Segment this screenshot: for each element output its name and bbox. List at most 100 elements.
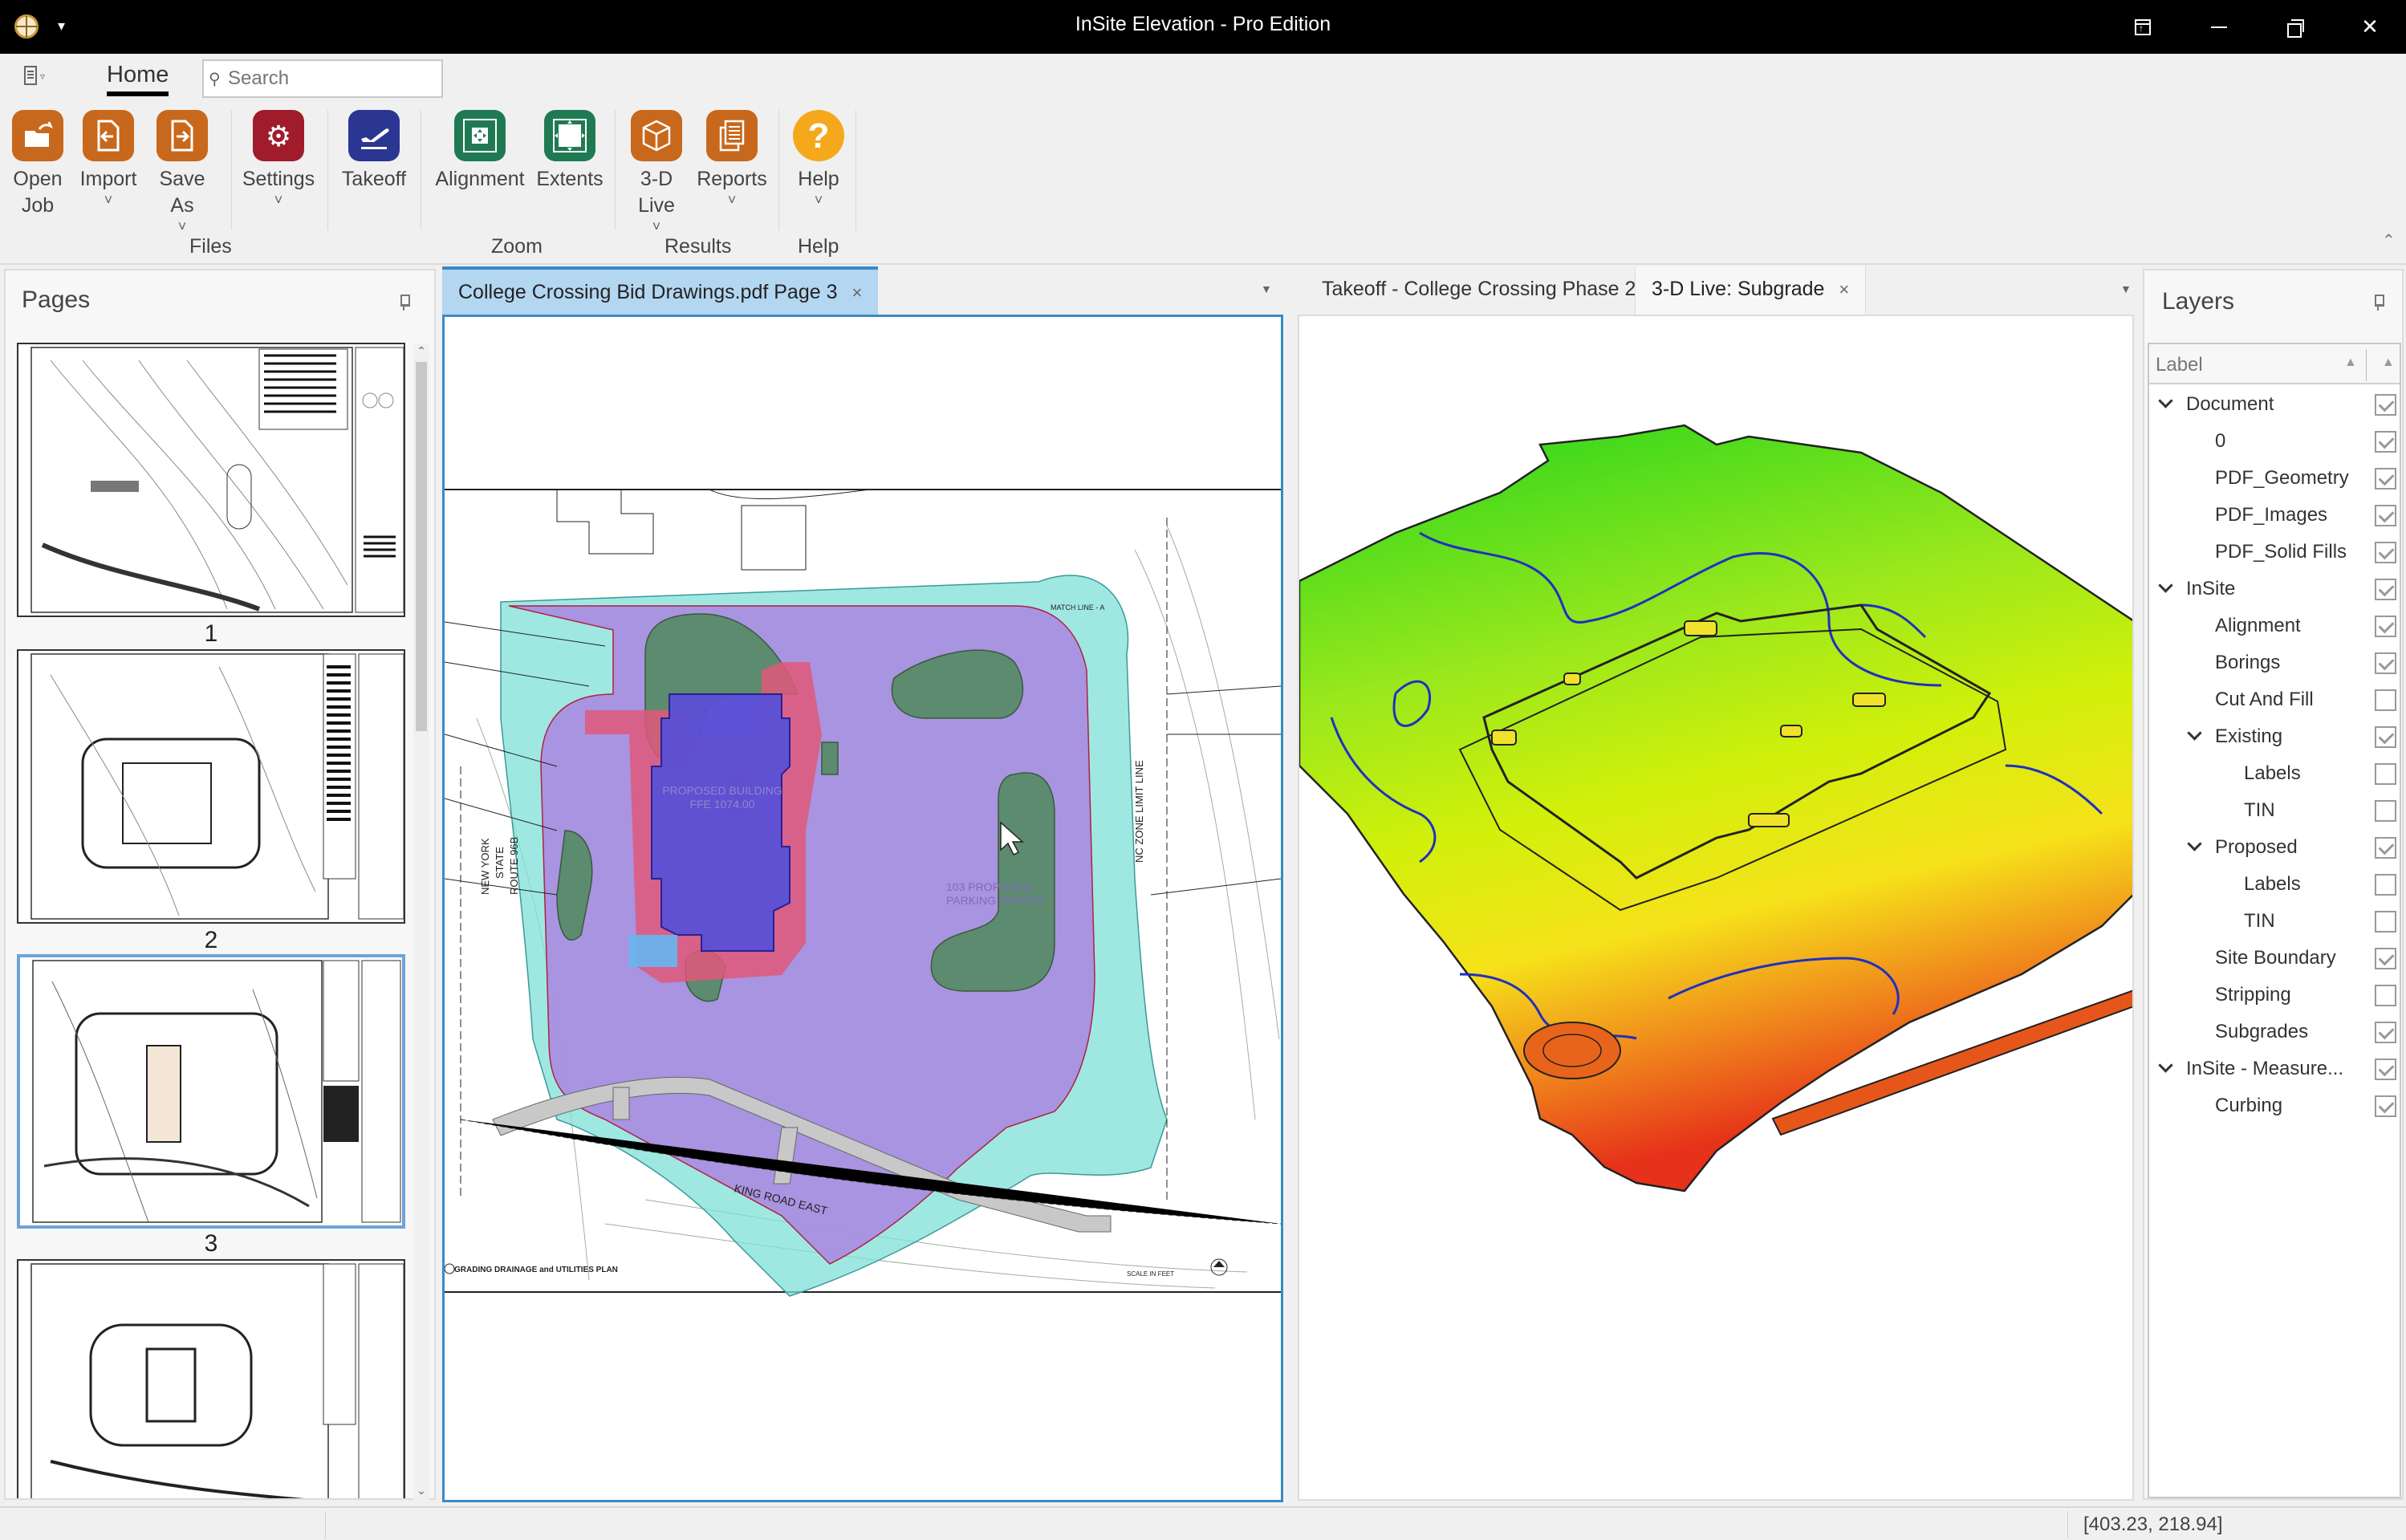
layer-visibility-checkbox[interactable] [2375, 542, 2396, 563]
layer-visibility-checkbox[interactable] [2375, 911, 2396, 933]
pin-pages-panel-button[interactable] [399, 295, 410, 315]
help-dropdown-icon[interactable]: ˅ [786, 193, 851, 207]
tab-3d-live-subgrade[interactable]: 3-D Live: Subgrade × [1635, 266, 1867, 315]
sort-ascending-icon[interactable]: ▲ [2344, 356, 2357, 370]
layer-visibility-checkbox[interactable] [2375, 505, 2396, 526]
open-job-button[interactable]: Open Job [11, 110, 64, 219]
scroll-up-icon[interactable]: ⌃ [413, 344, 429, 360]
layer-row[interactable]: Existing [2149, 720, 2400, 755]
save-as-dropdown-icon[interactable]: ˅ [146, 219, 218, 234]
layer-row[interactable]: Site Boundary [2149, 941, 2400, 977]
3d-surface-canvas[interactable] [1298, 315, 2134, 1501]
help-button[interactable]: ? Help ˅ [786, 110, 851, 207]
layer-row[interactable]: Labels [2149, 868, 2400, 903]
chevron-down-icon[interactable] [2157, 1058, 2173, 1071]
layer-row[interactable]: Borings [2149, 646, 2400, 681]
layer-row[interactable]: Cut And Fill [2149, 683, 2400, 718]
layer-visibility-checkbox[interactable] [2375, 431, 2396, 453]
layer-visibility-checkbox[interactable] [2375, 579, 2396, 600]
pin-layers-panel-button[interactable] [2373, 295, 2384, 315]
page-thumbnail-4[interactable] [17, 1259, 405, 1498]
layer-visibility-checkbox[interactable] [2375, 1022, 2396, 1043]
close-window-button[interactable]: ✕ [2334, 0, 2406, 54]
building-label: PROPOSED BUILDING [662, 784, 782, 797]
layer-row[interactable]: Proposed [2149, 831, 2400, 866]
layer-visibility-checkbox[interactable] [2375, 689, 2396, 711]
layer-visibility-checkbox[interactable] [2375, 837, 2396, 859]
application-menu-button[interactable]: ▿ [24, 66, 56, 90]
layer-visibility-checkbox[interactable] [2375, 394, 2396, 416]
layer-visibility-checkbox[interactable] [2375, 1058, 2396, 1080]
layer-row[interactable]: Labels [2149, 757, 2400, 792]
layer-name: Alignment [2215, 615, 2301, 636]
page-thumbnail-2[interactable] [17, 649, 405, 924]
layer-row[interactable]: InSite [2149, 572, 2400, 607]
label-column-header[interactable]: Label [2156, 354, 2203, 376]
tab-takeoff[interactable]: Takeoff - College Crossing Phase 2 [1306, 266, 1652, 315]
layer-row[interactable]: 0 [2149, 425, 2400, 460]
layer-visibility-checkbox[interactable] [2375, 763, 2396, 785]
layer-visibility-checkbox[interactable] [2375, 1095, 2396, 1117]
layer-row[interactable]: TIN [2149, 794, 2400, 829]
settings-button[interactable]: ⚙ Settings ˅ [238, 110, 319, 207]
takeoff-button[interactable]: Takeoff [335, 110, 413, 193]
open-job-label-2: Job [21, 194, 55, 217]
page-thumbnail-3[interactable] [17, 954, 405, 1229]
layer-visibility-checkbox[interactable] [2375, 468, 2396, 490]
tab-list-dropdown-icon[interactable]: ▼ [1261, 282, 1272, 295]
3d-live-dropdown-icon[interactable]: ˅ [626, 219, 687, 234]
layer-row[interactable]: PDF_Solid Fills [2149, 535, 2400, 571]
scroll-down-icon[interactable]: ⌄ [413, 1484, 429, 1500]
layer-row[interactable]: Curbing [2149, 1089, 2400, 1124]
import-button[interactable]: Import ˅ [76, 110, 140, 207]
layer-row[interactable]: Alignment [2149, 609, 2400, 644]
layers-column-header[interactable]: Label ▲ ▲ [2149, 344, 2400, 384]
column-separator[interactable] [2366, 349, 2367, 381]
layer-visibility-checkbox[interactable] [2375, 726, 2396, 748]
tab-pdf-page-3[interactable]: College Crossing Bid Drawings.pdf Page 3… [442, 266, 879, 315]
reports-dropdown-icon[interactable]: ˅ [693, 193, 770, 207]
extents-label: Extents [536, 168, 604, 190]
layer-row[interactable]: TIN [2149, 904, 2400, 940]
scrollbar-thumb[interactable] [416, 362, 427, 731]
restore-button[interactable] [2259, 0, 2331, 54]
layer-row[interactable]: Subgrades [2149, 1015, 2400, 1050]
search-box[interactable]: ⚲ [202, 59, 443, 98]
layer-visibility-checkbox[interactable] [2375, 948, 2396, 969]
settings-dropdown-icon[interactable]: ˅ [238, 193, 319, 207]
chevron-down-icon[interactable] [2186, 726, 2202, 738]
layer-visibility-checkbox[interactable] [2375, 800, 2396, 822]
minimize-button[interactable] [2183, 0, 2255, 54]
pages-scrollbar[interactable]: ⌃ ⌄ [413, 344, 429, 1500]
close-tab-icon[interactable]: × [851, 282, 862, 303]
route-label-2: STATE [494, 847, 506, 879]
3d-live-button[interactable]: 3-D Live ˅ [626, 110, 687, 234]
tab-home[interactable]: Home [107, 62, 169, 96]
layer-visibility-checkbox[interactable] [2375, 874, 2396, 896]
alignment-zoom-button[interactable]: Alignment [432, 110, 528, 193]
save-as-button[interactable]: Save As ˅ [146, 110, 218, 234]
layer-row[interactable]: Stripping [2149, 978, 2400, 1014]
collapse-ribbon-chevron-icon[interactable]: ⌃ [2382, 230, 2396, 250]
chevron-down-icon[interactable] [2186, 837, 2202, 849]
pdf-drawing-canvas[interactable]: PROPOSED BUILDING FFE 1074.00 103 PROPOS… [442, 315, 1283, 1502]
sort-visibility-icon[interactable]: ▲ [2382, 356, 2395, 370]
tab-list-dropdown-icon[interactable]: ▼ [2120, 282, 2132, 295]
layer-visibility-checkbox[interactable] [2375, 616, 2396, 637]
layer-visibility-checkbox[interactable] [2375, 652, 2396, 674]
extents-zoom-button[interactable]: Extents [531, 110, 608, 193]
close-tab-icon[interactable]: × [1839, 279, 1849, 299]
ribbon-display-options-button[interactable] [2107, 0, 2179, 54]
layer-row[interactable]: InSite - Measure... [2149, 1052, 2400, 1087]
zone-limit-label: NC ZONE LIMIT LINE [1133, 760, 1145, 863]
layer-visibility-checkbox[interactable] [2375, 985, 2396, 1006]
layer-row[interactable]: PDF_Images [2149, 498, 2400, 534]
search-input[interactable] [228, 66, 437, 91]
page-thumbnail-1[interactable] [17, 343, 405, 617]
layer-row[interactable]: Document [2149, 388, 2400, 423]
chevron-down-icon[interactable] [2157, 394, 2173, 406]
chevron-down-icon[interactable] [2157, 579, 2173, 591]
import-dropdown-icon[interactable]: ˅ [76, 193, 140, 207]
layer-row[interactable]: PDF_Geometry [2149, 461, 2400, 497]
reports-button[interactable]: Reports ˅ [693, 110, 770, 207]
